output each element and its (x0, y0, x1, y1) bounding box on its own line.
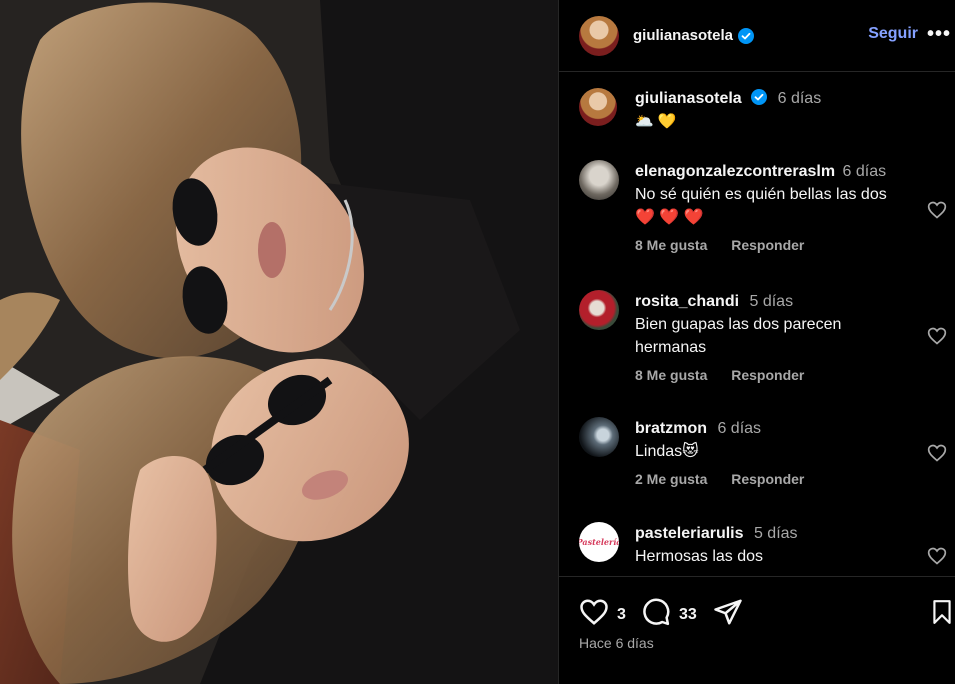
follow-button[interactable]: Seguir (868, 25, 918, 43)
post-photo-illustration (0, 0, 558, 684)
reply-button[interactable]: Responder (731, 367, 804, 383)
post-actions-bar: 3 33 Hace 6 días (559, 576, 955, 684)
caption-text: 🌥️ 💛 (635, 113, 677, 130)
bookmark-icon (929, 597, 955, 632)
reply-button[interactable]: Responder (731, 471, 804, 487)
comment-text: No sé quién es quién bellas las dos (635, 186, 887, 203)
reply-button[interactable]: Responder (731, 237, 804, 253)
comment-username[interactable]: elenagonzalezcontreraslm (635, 163, 835, 180)
post-header: giulianasotela Seguir ••• (559, 0, 955, 72)
comment-likes-count[interactable]: 8 Me gusta (635, 367, 707, 383)
comment-icon (641, 597, 671, 632)
comment-item: bratzmon 6 días Lindas😻 2 Me gusta Respo… (579, 417, 949, 487)
comment-time[interactable]: 5 días (749, 293, 793, 310)
comment-likes-count[interactable]: 2 Me gusta (635, 471, 707, 487)
comment-text: Hermosas las dos (635, 548, 764, 565)
commenter-avatar[interactable]: Pastelería (579, 522, 619, 562)
comment-like-heart-icon[interactable] (927, 326, 949, 348)
comment-likes-count[interactable]: 8 Me gusta (635, 237, 707, 253)
verified-badge-icon (751, 89, 768, 105)
comment-item: rosita_chandi 5 días Bien guapas las dos… (579, 290, 949, 383)
comment-username[interactable]: rosita_chandi (635, 293, 739, 310)
caption-username[interactable]: giulianasotela (635, 90, 742, 107)
heart-icon (579, 597, 609, 632)
commenter-avatar[interactable] (579, 290, 619, 330)
verified-badge-icon (738, 27, 755, 44)
like-count[interactable]: 3 (617, 606, 626, 624)
commenter-avatar-logo: Pastelería (579, 537, 619, 547)
caption-author-avatar[interactable] (579, 88, 617, 126)
caption-time[interactable]: 6 días (778, 90, 822, 107)
comment-text: Lindas😻 (635, 443, 699, 460)
post-photo (0, 0, 558, 684)
share-button[interactable] (713, 597, 743, 632)
comment-item: elenagonzalezcontreraslm 6 días No sé qu… (579, 160, 949, 253)
author-username[interactable]: giulianasotela (633, 27, 733, 44)
comment-text: Bien guapas las dos parecen hermanas (635, 316, 842, 356)
comment-time[interactable]: 6 días (843, 163, 887, 180)
author-avatar[interactable] (579, 15, 619, 56)
comment-like-heart-icon[interactable] (927, 200, 949, 222)
commenter-avatar[interactable] (579, 160, 619, 200)
save-button[interactable] (929, 597, 955, 632)
comment-count[interactable]: 33 (679, 606, 697, 624)
comment-username[interactable]: bratzmon (635, 420, 707, 437)
comment-like-heart-icon[interactable] (927, 546, 949, 568)
comment-item: Pastelería pasteleriarulis 5 días Hermos… (579, 522, 949, 568)
comment-emoji: ❤️ ❤️ ❤️ (635, 209, 704, 226)
more-options-icon[interactable]: ••• (927, 24, 951, 44)
post-side-panel: giulianasotela Seguir ••• giulianasotela… (558, 0, 955, 684)
comment-username[interactable]: pasteleriarulis (635, 525, 744, 542)
comment-time[interactable]: 5 días (754, 525, 798, 542)
commenter-avatar[interactable] (579, 417, 619, 457)
share-icon (713, 597, 743, 632)
like-button[interactable]: 3 (579, 597, 626, 632)
post-caption: giulianasotela 6 días 🌥️ 💛 (579, 88, 939, 130)
comment-time[interactable]: 6 días (717, 420, 761, 437)
comments-list[interactable]: giulianasotela 6 días 🌥️ 💛 elenagonzalez… (559, 72, 955, 576)
comment-button[interactable]: 33 (641, 597, 697, 632)
comment-like-heart-icon[interactable] (927, 443, 949, 465)
post-timestamp: Hace 6 días (579, 635, 654, 651)
